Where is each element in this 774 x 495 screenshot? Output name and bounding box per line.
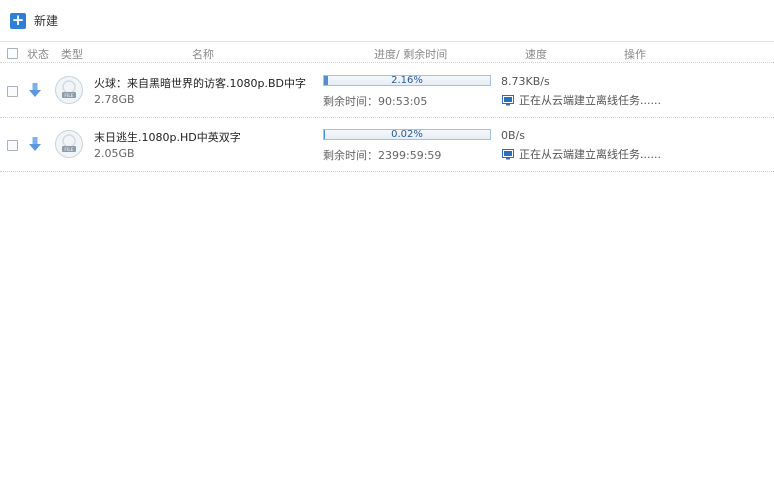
plus-icon: +: [10, 10, 26, 29]
task-size: 2.78GB: [94, 93, 135, 106]
task-name: 末日逃生.1080p.HD中英双字: [94, 131, 241, 144]
svg-text:FILE: FILE: [64, 147, 73, 153]
header-progress: 进度/ 剩余时间: [374, 48, 448, 61]
svg-text:FILE: FILE: [64, 93, 73, 99]
remaining-time: 剩余时间：90:53:05: [323, 95, 428, 108]
file-type-icon: FILE: [55, 130, 83, 158]
file-type-icon: FILE: [55, 76, 83, 104]
header-name: 名称: [192, 48, 214, 61]
progress-bar: 2.16%: [323, 75, 491, 86]
select-all-checkbox[interactable]: [7, 48, 18, 59]
task-status-text: 正在从云端建立离线任务......: [519, 148, 661, 161]
header-status: 状态: [27, 48, 49, 61]
task-status: 正在从云端建立离线任务......: [502, 146, 661, 162]
task-size: 2.05GB: [94, 147, 135, 160]
download-speed: 0B/s: [501, 129, 525, 142]
cloud-task-icon: [502, 94, 514, 105]
progress-bar: 0.02%: [323, 129, 491, 140]
cloud-task-icon: [502, 148, 514, 159]
row-checkbox[interactable]: [7, 140, 18, 151]
header-type: 类型: [61, 48, 83, 61]
progress-percent: 2.16%: [391, 75, 423, 86]
remaining-time: 剩余时间：2399:59:59: [323, 149, 442, 162]
header-speed: 速度: [525, 48, 547, 61]
task-status: 正在从云端建立离线任务......: [502, 92, 661, 108]
task-name: 火球：来自黑暗世界的访客.1080p.BD中字: [94, 77, 306, 90]
download-arrow-icon: [29, 137, 41, 151]
task-status-text: 正在从云端建立离线任务......: [519, 94, 661, 107]
download-speed: 8.73KB/s: [501, 75, 550, 88]
task-list-header: 状态 类型 名称 进度/ 剩余时间 速度 操作: [0, 43, 774, 63]
download-arrow-icon: [29, 83, 41, 97]
task-row[interactable]: FILE 末日逃生.1080p.HD中英双字 2.05GB 0.02% 剩余时间…: [0, 118, 774, 172]
new-task-label: 新建: [34, 14, 59, 28]
progress-percent: 0.02%: [391, 129, 423, 140]
header-action: 操作: [624, 48, 646, 61]
row-checkbox[interactable]: [7, 86, 18, 97]
new-task-button[interactable]: + 新建: [10, 12, 58, 29]
toolbar: + 新建: [0, 0, 774, 42]
task-row[interactable]: FILE 火球：来自黑暗世界的访客.1080p.BD中字 2.78GB 2.16…: [0, 64, 774, 118]
